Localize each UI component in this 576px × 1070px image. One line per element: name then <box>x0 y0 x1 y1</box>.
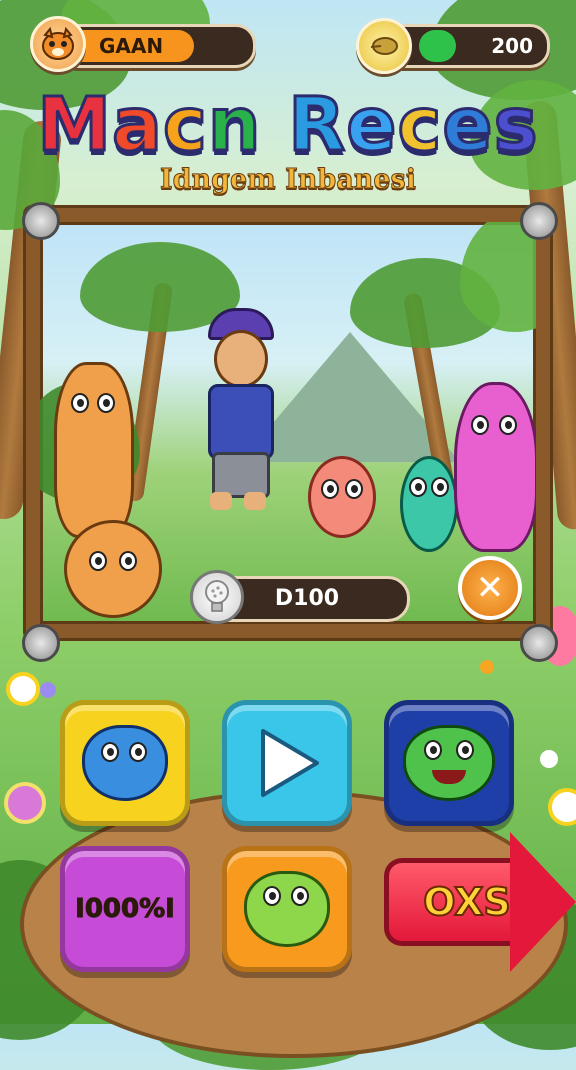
tiger-face-icon[interactable] <box>30 16 86 72</box>
player-name: GAAN <box>99 34 164 58</box>
title-letter: e <box>345 81 398 170</box>
player-health-bar: GAAN <box>58 24 256 68</box>
title-letter: s <box>492 81 539 170</box>
tiger-face-svg <box>42 27 74 60</box>
coin-icon[interactable] <box>356 18 412 74</box>
green-frog-button[interactable] <box>384 700 514 826</box>
next-button-label: OXS <box>422 879 512 925</box>
game-subtitle: Idngem Inbanesi <box>159 164 417 196</box>
lightbulb-svg <box>205 580 229 612</box>
tiger-cub-character[interactable] <box>64 520 162 618</box>
green-lizard-icon <box>244 871 330 947</box>
close-icon[interactable]: ✕ <box>458 556 522 620</box>
percent-button[interactable]: I000%I <box>60 846 190 972</box>
coin-leaf-svg <box>370 37 398 55</box>
title-letter: R <box>287 81 347 170</box>
green-lizard-button[interactable] <box>222 846 352 972</box>
title-letter: a <box>111 81 164 170</box>
lightbulb-icon[interactable] <box>190 570 244 624</box>
blue-fish-button[interactable] <box>60 700 190 826</box>
title-letter: c <box>161 81 208 170</box>
title-letter: n <box>206 81 262 170</box>
frame-bolt-top-left <box>22 202 60 240</box>
boy-character[interactable] <box>200 308 280 518</box>
title-letter: c <box>396 81 443 170</box>
blue-fish-icon <box>82 725 168 801</box>
frame-bolt-bottom-left <box>22 624 60 662</box>
coin-bar-fill <box>419 30 456 62</box>
play-icon <box>261 729 319 797</box>
green-frog-icon <box>403 725 495 801</box>
coin-count: 200 <box>491 34 533 58</box>
title-letter: e <box>441 81 494 170</box>
game-title: Macn Reces <box>0 81 576 170</box>
tiger-character[interactable] <box>54 362 134 538</box>
title-letter: M <box>36 81 113 170</box>
frame-bolt-bottom-right <box>520 624 558 662</box>
play-button[interactable] <box>222 700 352 826</box>
teal-critter-character[interactable] <box>400 456 458 552</box>
pink-cat-character[interactable] <box>454 382 536 552</box>
percent-button-label: I000%I <box>75 894 176 925</box>
next-arrow-button[interactable]: OXS <box>384 832 576 972</box>
title-letter <box>262 82 289 168</box>
frame-bolt-top-right <box>520 202 558 240</box>
pink-owl-character[interactable] <box>308 456 376 538</box>
